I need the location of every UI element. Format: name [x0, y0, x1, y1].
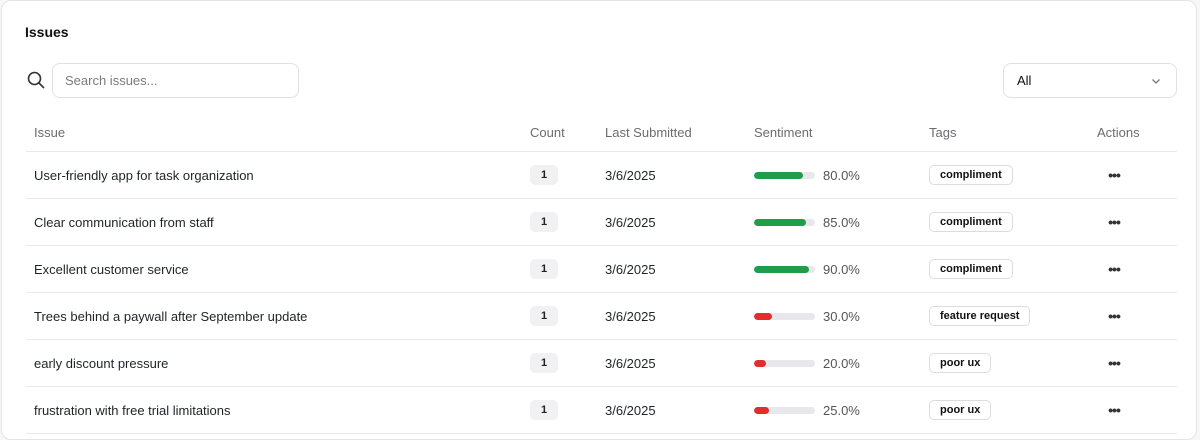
table-row[interactable]: early discount pressure 1 3/6/2025 20.0% poo… — [26, 340, 1177, 387]
issue-title: Excellent customer service — [34, 261, 189, 277]
sentiment-bar-fill — [754, 218, 806, 226]
sentiment-percent: 25.0% — [823, 402, 860, 418]
actions-cell: ••• — [1097, 152, 1127, 198]
sentiment-cell: 25.0% — [754, 387, 860, 433]
table-header: Issue Count Last Submitted Sentiment Tag… — [26, 113, 1177, 152]
sentiment-percent: 20.0% — [823, 355, 860, 371]
last-submitted-date: 3/6/2025 — [605, 167, 656, 183]
count-cell: 1 — [530, 340, 558, 386]
count-cell: 1 — [530, 199, 558, 245]
issues-table: Issue Count Last Submitted Sentiment Tag… — [26, 113, 1177, 434]
column-header-sentiment[interactable]: Sentiment — [754, 113, 813, 151]
sentiment-bar — [754, 171, 815, 179]
sentiment-cell: 90.0% — [754, 246, 860, 292]
tag-badge[interactable]: poor ux — [929, 400, 992, 420]
sentiment-cell: 85.0% — [754, 199, 860, 245]
chevron-down-icon — [1152, 78, 1160, 84]
sentiment-bar — [754, 218, 815, 226]
issue-title: Trees behind a paywall after September u… — [34, 308, 308, 324]
tag-badge[interactable]: compliment — [929, 165, 1013, 185]
sentiment-percent: 30.0% — [823, 308, 860, 324]
card-title: Issues — [25, 24, 69, 40]
tag-badge[interactable]: poor ux — [929, 353, 992, 373]
sentiment-bar — [754, 265, 815, 273]
issue-title: Clear communication from staff — [34, 214, 214, 230]
tag-badge[interactable]: feature request — [929, 306, 1031, 326]
last-submitted-date: 3/6/2025 — [605, 261, 656, 277]
sentiment-percent: 90.0% — [823, 261, 860, 277]
tags-cell: poor ux — [929, 387, 992, 433]
count-badge: 1 — [530, 259, 558, 279]
column-header-count[interactable]: Count — [530, 113, 565, 151]
sentiment-cell: 80.0% — [754, 152, 860, 198]
last-submitted-date: 3/6/2025 — [605, 308, 656, 324]
issue-title: frustration with free trial limitations — [34, 402, 231, 418]
issue-title: early discount pressure — [34, 355, 169, 371]
more-horizontal-icon[interactable]: ••• — [1101, 400, 1127, 420]
column-header-issue[interactable]: Issue — [34, 113, 65, 151]
actions-cell: ••• — [1097, 387, 1127, 433]
more-horizontal-icon[interactable]: ••• — [1101, 353, 1127, 373]
actions-cell: ••• — [1097, 246, 1127, 292]
sentiment-bar — [754, 406, 815, 414]
actions-cell: ••• — [1097, 340, 1127, 386]
tag-badge[interactable]: compliment — [929, 259, 1013, 279]
filter-value: All — [1017, 73, 1032, 88]
count-cell: 1 — [530, 152, 558, 198]
sentiment-bar — [754, 312, 815, 320]
tags-cell: compliment — [929, 152, 1013, 198]
tags-cell: compliment — [929, 246, 1013, 292]
last-submitted-date: 3/6/2025 — [605, 214, 656, 230]
last-submitted-date: 3/6/2025 — [605, 402, 656, 418]
count-badge: 1 — [530, 353, 558, 373]
sentiment-percent: 80.0% — [823, 167, 860, 183]
sentiment-bar-fill — [754, 171, 803, 179]
count-cell: 1 — [530, 293, 558, 339]
column-header-last-submitted[interactable]: Last Submitted — [605, 113, 692, 151]
more-horizontal-icon[interactable]: ••• — [1101, 165, 1127, 185]
sentiment-cell: 30.0% — [754, 293, 860, 339]
filter-select[interactable]: All — [1003, 63, 1177, 98]
last-submitted-date: 3/6/2025 — [605, 355, 656, 371]
count-badge: 1 — [530, 400, 558, 420]
tags-cell: poor ux — [929, 340, 992, 386]
column-header-tags[interactable]: Tags — [929, 113, 956, 151]
search-icon — [27, 71, 45, 89]
sentiment-bar-fill — [754, 406, 770, 414]
count-badge: 1 — [530, 306, 558, 326]
count-badge: 1 — [530, 212, 558, 232]
count-badge: 1 — [530, 165, 558, 185]
sentiment-cell: 20.0% — [754, 340, 860, 386]
actions-cell: ••• — [1097, 199, 1127, 245]
sentiment-percent: 85.0% — [823, 214, 860, 230]
table-row[interactable]: frustration with free trial limitations 1… — [26, 387, 1177, 434]
table-row[interactable]: Trees behind a paywall after September u… — [26, 293, 1177, 340]
sentiment-bar-fill — [754, 359, 767, 367]
count-cell: 1 — [530, 246, 558, 292]
table-row[interactable]: Clear communication from staff 1 3/6/2025 8… — [26, 199, 1177, 246]
tag-badge[interactable]: compliment — [929, 212, 1013, 232]
more-horizontal-icon[interactable]: ••• — [1101, 212, 1127, 232]
count-cell: 1 — [530, 387, 558, 433]
table-row[interactable]: Excellent customer service 1 3/6/2025 90.0%… — [26, 246, 1177, 293]
issue-title: User-friendly app for task organization — [34, 167, 254, 183]
column-header-actions: Actions — [1097, 124, 1140, 140]
table-row[interactable]: User-friendly app for task organization 1… — [26, 152, 1177, 199]
sentiment-bar-fill — [754, 312, 773, 320]
more-horizontal-icon[interactable]: ••• — [1101, 259, 1127, 279]
issues-card: Issues All Issue Count Last Submitted Se… — [1, 0, 1197, 440]
tags-cell: compliment — [929, 199, 1013, 245]
actions-cell: ••• — [1097, 293, 1127, 339]
tags-cell: feature request — [929, 293, 1031, 339]
sentiment-bar — [754, 359, 815, 367]
search-input[interactable] — [52, 63, 299, 98]
sentiment-bar-fill — [754, 265, 809, 273]
more-horizontal-icon[interactable]: ••• — [1101, 306, 1127, 326]
